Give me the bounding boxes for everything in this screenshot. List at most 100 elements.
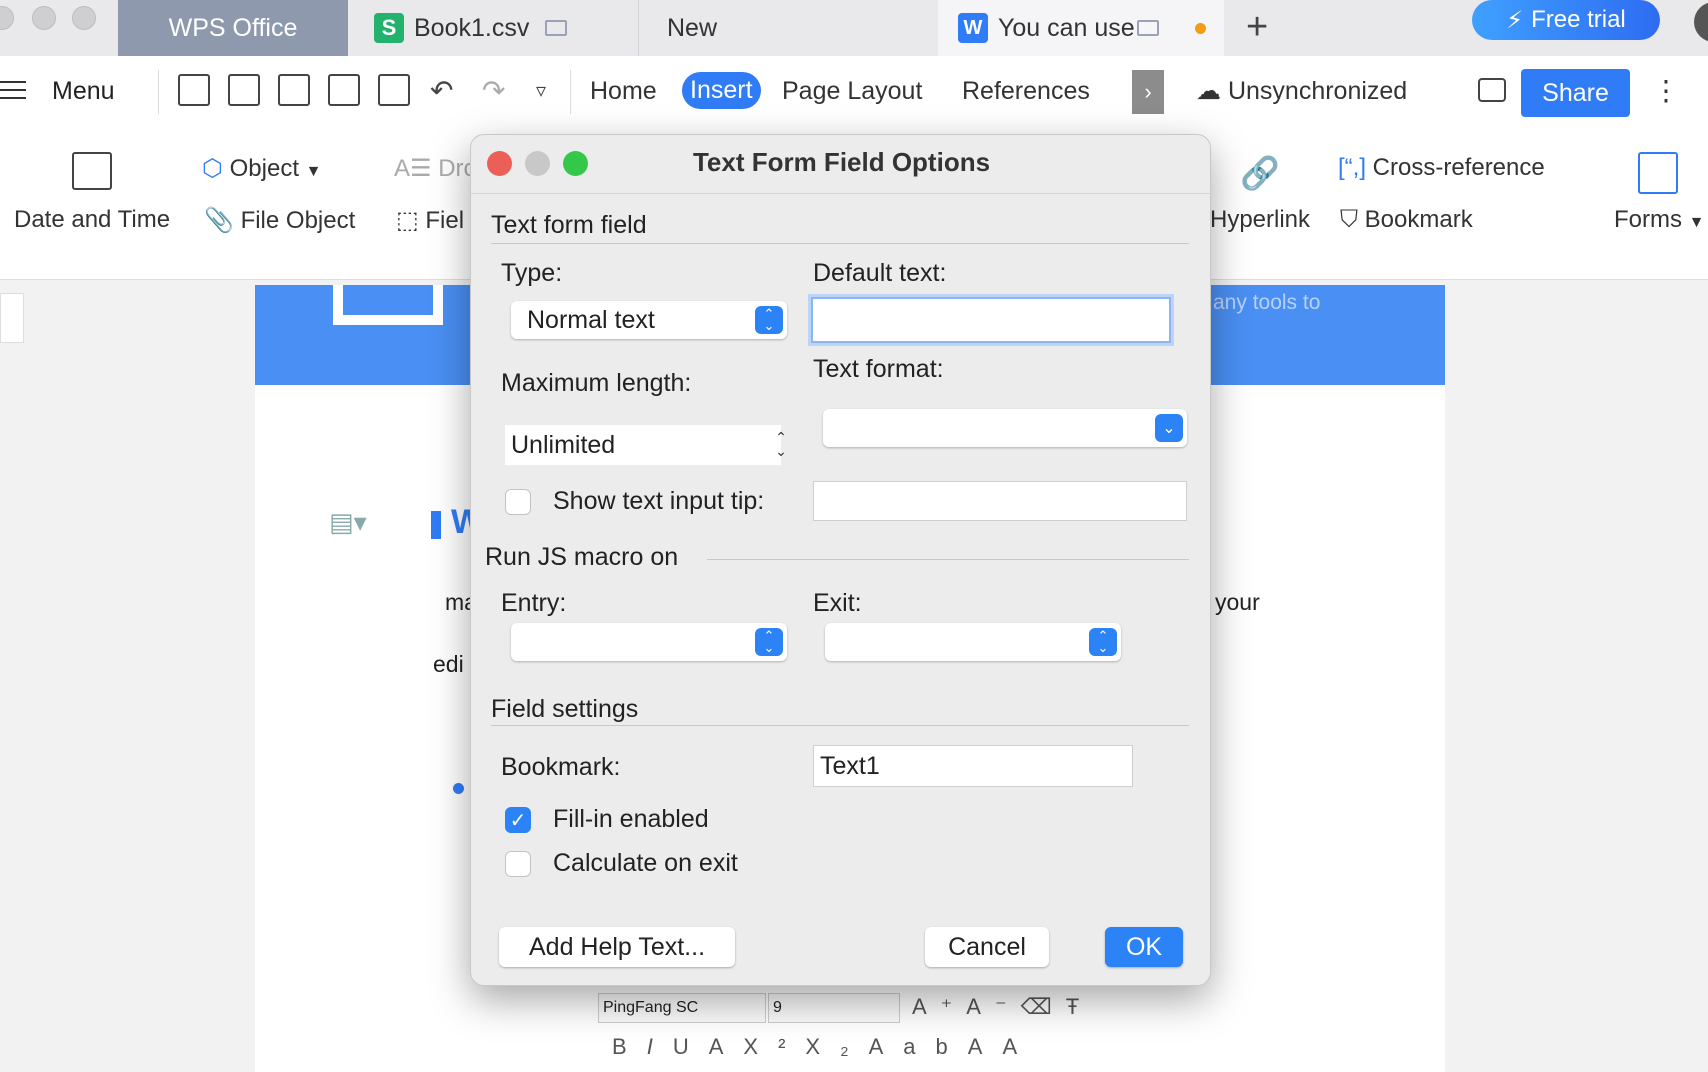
banner-text: any tools to <box>1213 291 1321 314</box>
window-zoom-button[interactable] <box>72 6 96 30</box>
text-effect-icon[interactable]: A <box>869 1034 904 1059</box>
underline-icon[interactable]: U <box>673 1034 709 1059</box>
eraser-icon[interactable]: ⌫ <box>1021 994 1066 1019</box>
maximum-length-stepper[interactable]: ⌃ ⌄ <box>769 425 793 463</box>
save-icon[interactable] <box>228 74 260 106</box>
print-icon[interactable] <box>328 74 360 106</box>
redo-icon[interactable]: ↷ <box>482 74 505 107</box>
updown-arrows-icon: ⌃ ⌄ <box>755 306 783 334</box>
undo-icon[interactable]: ↶ <box>430 74 453 107</box>
forms-icon <box>1638 152 1678 194</box>
entry-macro-select[interactable]: ⌃ ⌄ <box>511 623 787 661</box>
font-name-select[interactable]: PingFang SC <box>598 993 766 1023</box>
tab-insert[interactable]: Insert <box>682 72 761 109</box>
line-spacing-icon[interactable]: Ŧ <box>1066 994 1093 1019</box>
tab-wps-office-label: WPS Office <box>168 13 298 42</box>
subscript-icon[interactable]: X₂ <box>805 1034 868 1059</box>
field-label: Fiel <box>425 207 465 234</box>
italic-icon[interactable]: I <box>647 1034 673 1059</box>
highlight-icon[interactable]: ab <box>903 1034 967 1059</box>
bookmark-label: Bookmark <box>1364 206 1473 233</box>
bullet <box>453 783 464 794</box>
type-select[interactable]: Normal text ⌃ ⌄ <box>511 301 787 339</box>
default-text-label: Default text: <box>813 259 947 287</box>
cross-reference-icon: [“,] <box>1338 154 1366 181</box>
grow-font-icon[interactable]: A⁺ <box>912 994 966 1019</box>
cancel-button[interactable]: Cancel <box>925 927 1049 967</box>
object-button[interactable]: ⬡ Object ▼ <box>202 154 322 183</box>
tab-book1-csv[interactable]: S Book1.csv <box>370 0 638 56</box>
unsynchronized-status[interactable]: ☁ Unsynchronized <box>1196 76 1407 106</box>
shrink-font-icon[interactable]: A⁻ <box>966 994 1020 1019</box>
divider <box>491 243 1189 244</box>
font-color-icon[interactable]: A <box>968 1034 1003 1059</box>
ok-button[interactable]: OK <box>1105 927 1183 967</box>
more-options-icon[interactable]: ⋮ <box>1652 74 1680 107</box>
file-object-button[interactable]: 📎 File Object <box>204 206 355 235</box>
step-down-icon[interactable]: ⌄ <box>775 444 787 458</box>
dialog-title: Text Form Field Options <box>692 147 991 177</box>
text-format-select[interactable]: ⌄ <box>823 409 1187 447</box>
export-pdf-icon[interactable] <box>278 74 310 106</box>
text-input-tip-field[interactable] <box>813 481 1187 521</box>
free-trial-button[interactable]: ⚡ Free trial <box>1472 0 1660 40</box>
body-text-fragment: your <box>1215 589 1260 615</box>
bookmark-button[interactable]: ⛉ Bookmark <box>1340 206 1473 234</box>
tab-references[interactable]: References <box>962 77 1090 106</box>
divider <box>491 725 1189 726</box>
font-size-select[interactable]: 9 <box>768 993 900 1023</box>
file-object-label: File Object <box>240 207 356 234</box>
step-up-icon[interactable]: ⌃ <box>775 430 787 444</box>
drop-cap-button[interactable]: A☰ Dro <box>394 154 477 183</box>
calculate-on-exit-checkbox[interactable] <box>505 851 531 877</box>
menu-toolbar: Menu ↶ ↷ ▿ Home Insert Page Layout Refer… <box>0 56 1708 130</box>
window-close-button[interactable] <box>0 6 14 30</box>
fill-in-enabled-checkbox[interactable]: ✓ <box>505 807 531 833</box>
exit-macro-select[interactable]: ⌃ ⌄ <box>825 623 1121 661</box>
date-and-time-button[interactable]: Date and Time <box>14 206 170 234</box>
open-folder-icon[interactable] <box>178 74 210 106</box>
tab-page-layout[interactable]: Page Layout <box>782 77 922 106</box>
fill-in-enabled-label: Fill-in enabled <box>553 805 709 833</box>
tab-new[interactable]: New <box>638 0 938 56</box>
bold-icon[interactable]: B <box>612 1034 647 1059</box>
forms-button[interactable]: Forms ▼ <box>1614 206 1705 234</box>
bookmark-input[interactable]: Text1 <box>813 745 1133 787</box>
char-shading-icon[interactable]: A <box>1002 1034 1037 1059</box>
more-quick-access-icon[interactable]: ▿ <box>536 78 546 103</box>
new-tab-plus-icon[interactable]: + <box>1246 6 1268 49</box>
maximum-length-input[interactable]: Unlimited <box>505 425 781 465</box>
default-text-input[interactable] <box>811 297 1171 343</box>
font-size-value: 9 <box>773 999 782 1016</box>
tabs-scroll-right-icon[interactable]: › <box>1132 70 1164 114</box>
show-text-input-tip-checkbox[interactable] <box>505 489 531 515</box>
cross-reference-button[interactable]: [“,] Cross-reference <box>1338 154 1545 182</box>
forms-label: Forms <box>1614 206 1682 233</box>
avatar[interactable] <box>1694 2 1708 42</box>
text-form-field-options-dialog: Text Form Field Options Text form field … <box>470 134 1212 986</box>
entry-label: Entry: <box>501 589 567 617</box>
updown-arrows-icon: ⌃ ⌄ <box>1089 628 1117 656</box>
sidebar-toggle[interactable] <box>0 293 24 343</box>
share-button[interactable]: Share <box>1521 69 1630 117</box>
tab-bar: WPS Office S Book1.csv New W You can use… <box>0 0 1708 56</box>
tab-home[interactable]: Home <box>590 77 657 106</box>
lightning-icon: ⚡ <box>1506 6 1524 34</box>
window-minimize-button[interactable] <box>32 6 56 30</box>
print-preview-icon[interactable] <box>378 74 410 106</box>
hamburger-icon[interactable] <box>0 81 26 105</box>
tab-wps-office[interactable]: WPS Office <box>118 0 348 56</box>
object-label: Object <box>229 155 299 182</box>
mini-toolbar-row1: A⁺A⁻⌫Ŧ <box>912 994 1093 1020</box>
menu-button[interactable]: Menu <box>52 77 115 106</box>
bookmark-value: Text1 <box>820 751 880 780</box>
field-icon: ⬚ <box>396 207 419 234</box>
strikethrough-icon[interactable]: A <box>709 1034 744 1059</box>
superscript-icon[interactable]: X² <box>743 1034 805 1059</box>
hyperlink-button[interactable]: Hyperlink <box>1210 206 1310 234</box>
add-help-text-button[interactable]: Add Help Text... <box>499 927 735 967</box>
field-button[interactable]: ⬚ Fiel <box>396 206 464 235</box>
text-format-label: Text format: <box>813 355 944 383</box>
tab-active-document[interactable]: W You can use <box>938 0 1224 56</box>
comment-icon[interactable] <box>1478 78 1506 102</box>
